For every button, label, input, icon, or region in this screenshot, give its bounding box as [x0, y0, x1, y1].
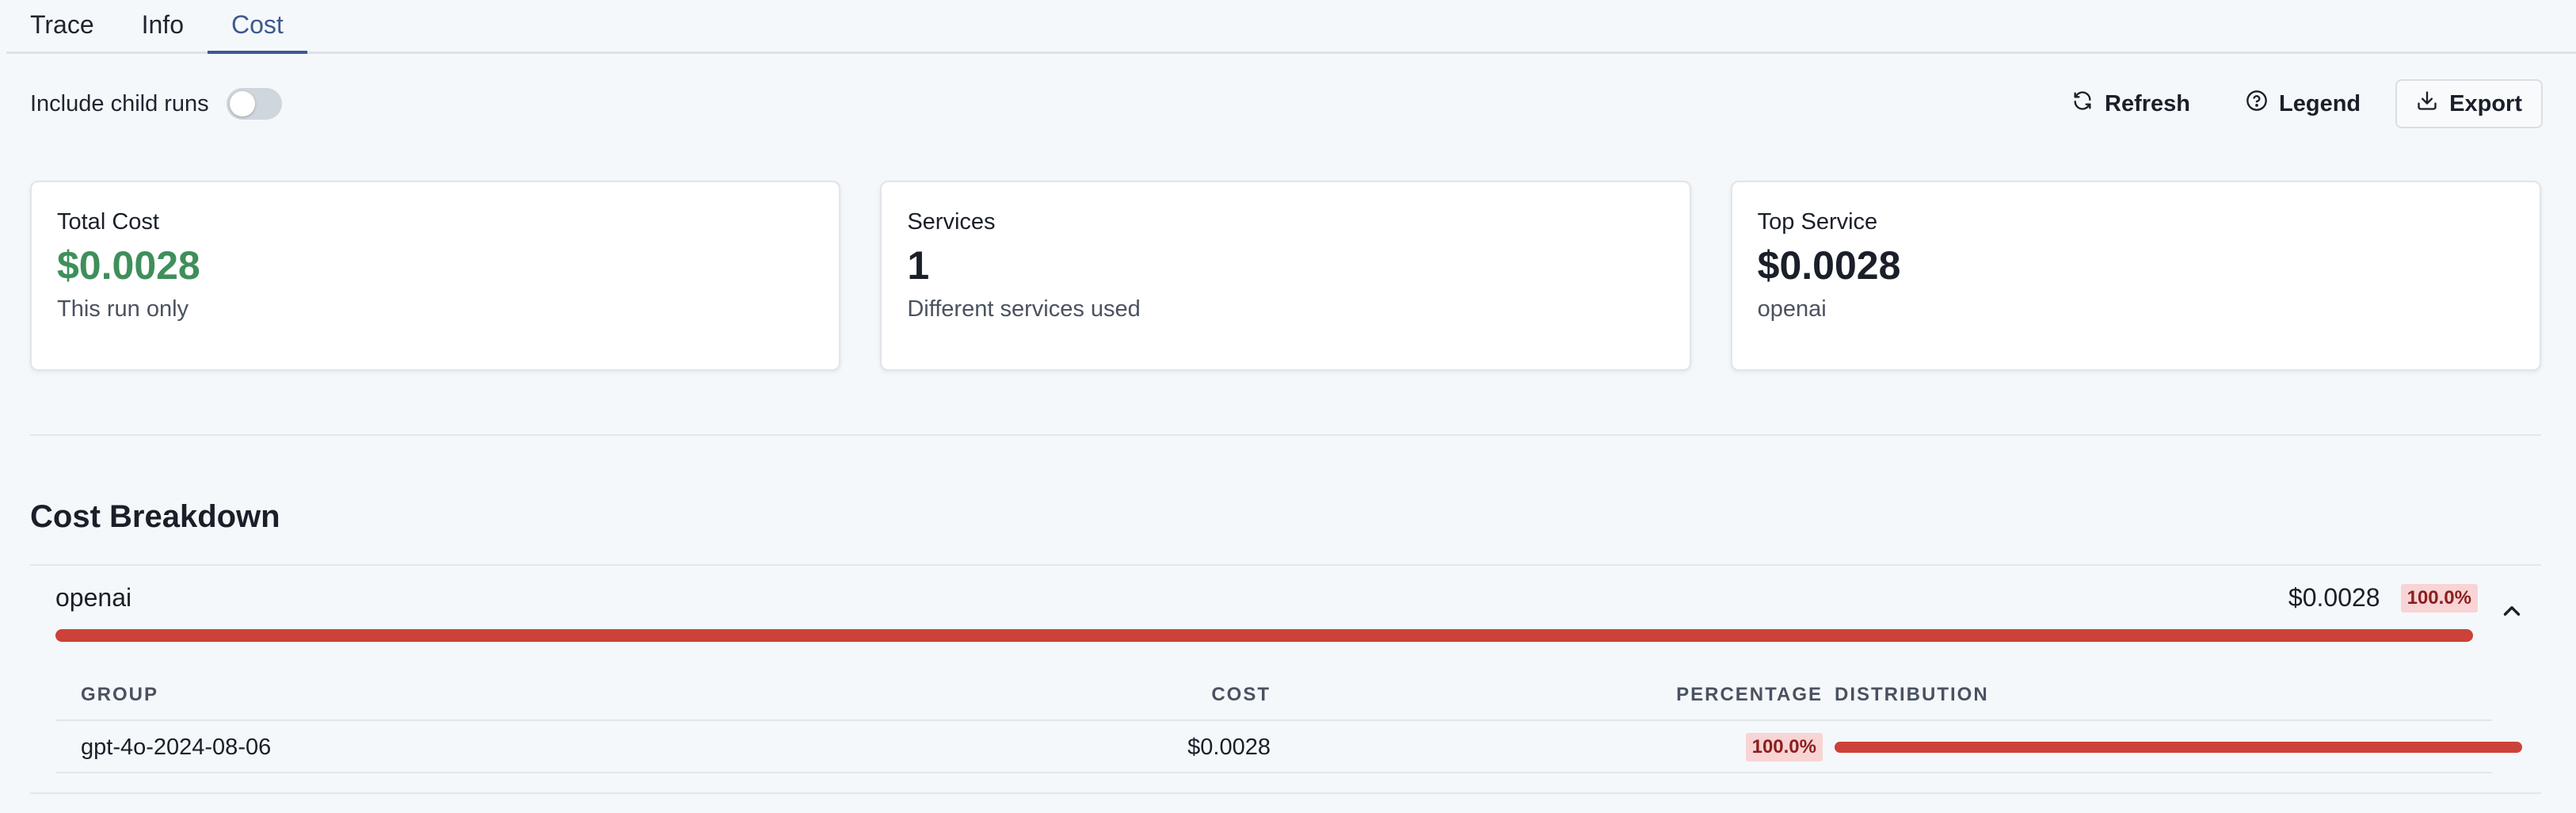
toggle-knob	[229, 91, 255, 116]
distribution-bar-fill	[1835, 742, 2522, 753]
group-table: GROUP COST PERCENTAGE DISTRIBUTION gpt-4…	[55, 669, 2522, 773]
header-distribution: DISTRIBUTION	[1835, 684, 1989, 705]
group-table-header: GROUP COST PERCENTAGE DISTRIBUTION	[55, 669, 2492, 721]
service-cost-bar	[55, 629, 2473, 642]
top-service-value: $0.0028	[1757, 243, 1901, 288]
export-label: Export	[2449, 90, 2522, 116]
refresh-label: Refresh	[2105, 90, 2191, 116]
section-divider	[30, 434, 2541, 436]
service-row-openai: openai $0.0028 100.0% GROUP COST PERCENT…	[30, 564, 2541, 794]
legend-button[interactable]: Legend	[2225, 79, 2381, 128]
percentage-badge: 100.0%	[1745, 733, 1823, 761]
download-icon	[2416, 90, 2438, 118]
percentage-badge: 100.0%	[2400, 583, 2478, 613]
cost-breakdown-title: Cost Breakdown	[30, 499, 280, 534]
header-percentage: PERCENTAGE	[1676, 684, 1823, 705]
tab-cost[interactable]: Cost	[207, 0, 307, 54]
group-cost: $0.0028	[1187, 734, 1271, 760]
refresh-button[interactable]: Refresh	[2051, 79, 2211, 128]
card-subtitle: openai	[1757, 296, 1827, 322]
toolbar-actions: Refresh Legend Export	[2051, 79, 2543, 128]
card-subtitle: Different services used	[907, 296, 1141, 322]
help-circle-icon	[2246, 90, 2268, 118]
service-cost: $0.0028	[2288, 583, 2380, 612]
refresh-icon	[2071, 90, 2094, 118]
group-distribution	[1835, 721, 2522, 773]
group-name: gpt-4o-2024-08-06	[81, 734, 272, 760]
services-card: Services 1 Different services used	[880, 181, 1691, 371]
chevron-up-icon[interactable]	[2498, 597, 2525, 624]
header-cost: COST	[1211, 684, 1271, 705]
distribution-bar	[1835, 742, 2522, 753]
card-title: Total Cost	[57, 209, 159, 235]
cost-view: Trace Info Cost Include child runs Refre…	[0, 0, 2576, 813]
service-cost-bar-fill	[55, 629, 2473, 642]
include-child-runs-row: Include child runs	[30, 82, 282, 125]
group-percentage: 100.0%	[1745, 721, 1823, 773]
services-count-value: 1	[907, 243, 930, 288]
card-title: Top Service	[1757, 209, 1878, 235]
tab-trace[interactable]: Trace	[6, 0, 118, 52]
export-button[interactable]: Export	[2395, 79, 2543, 128]
header-group: GROUP	[81, 684, 159, 705]
legend-label: Legend	[2279, 90, 2361, 116]
top-service-card: Top Service $0.0028 openai	[1730, 181, 2541, 371]
table-row: gpt-4o-2024-08-06 $0.0028 100.0%	[55, 721, 2522, 773]
include-child-runs-toggle[interactable]	[226, 88, 282, 120]
card-subtitle: This run only	[57, 296, 189, 322]
include-child-runs-label: Include child runs	[30, 90, 209, 116]
service-name: openai	[55, 583, 132, 612]
card-title: Services	[907, 209, 996, 235]
service-summary: $0.0028 100.0%	[2288, 583, 2478, 613]
tab-bar: Trace Info Cost	[6, 0, 2576, 54]
total-cost-card: Total Cost $0.0028 This run only	[30, 181, 841, 371]
summary-cards: Total Cost $0.0028 This run only Service…	[30, 181, 2541, 371]
total-cost-value: $0.0028	[57, 243, 200, 288]
tab-info[interactable]: Info	[118, 0, 208, 52]
